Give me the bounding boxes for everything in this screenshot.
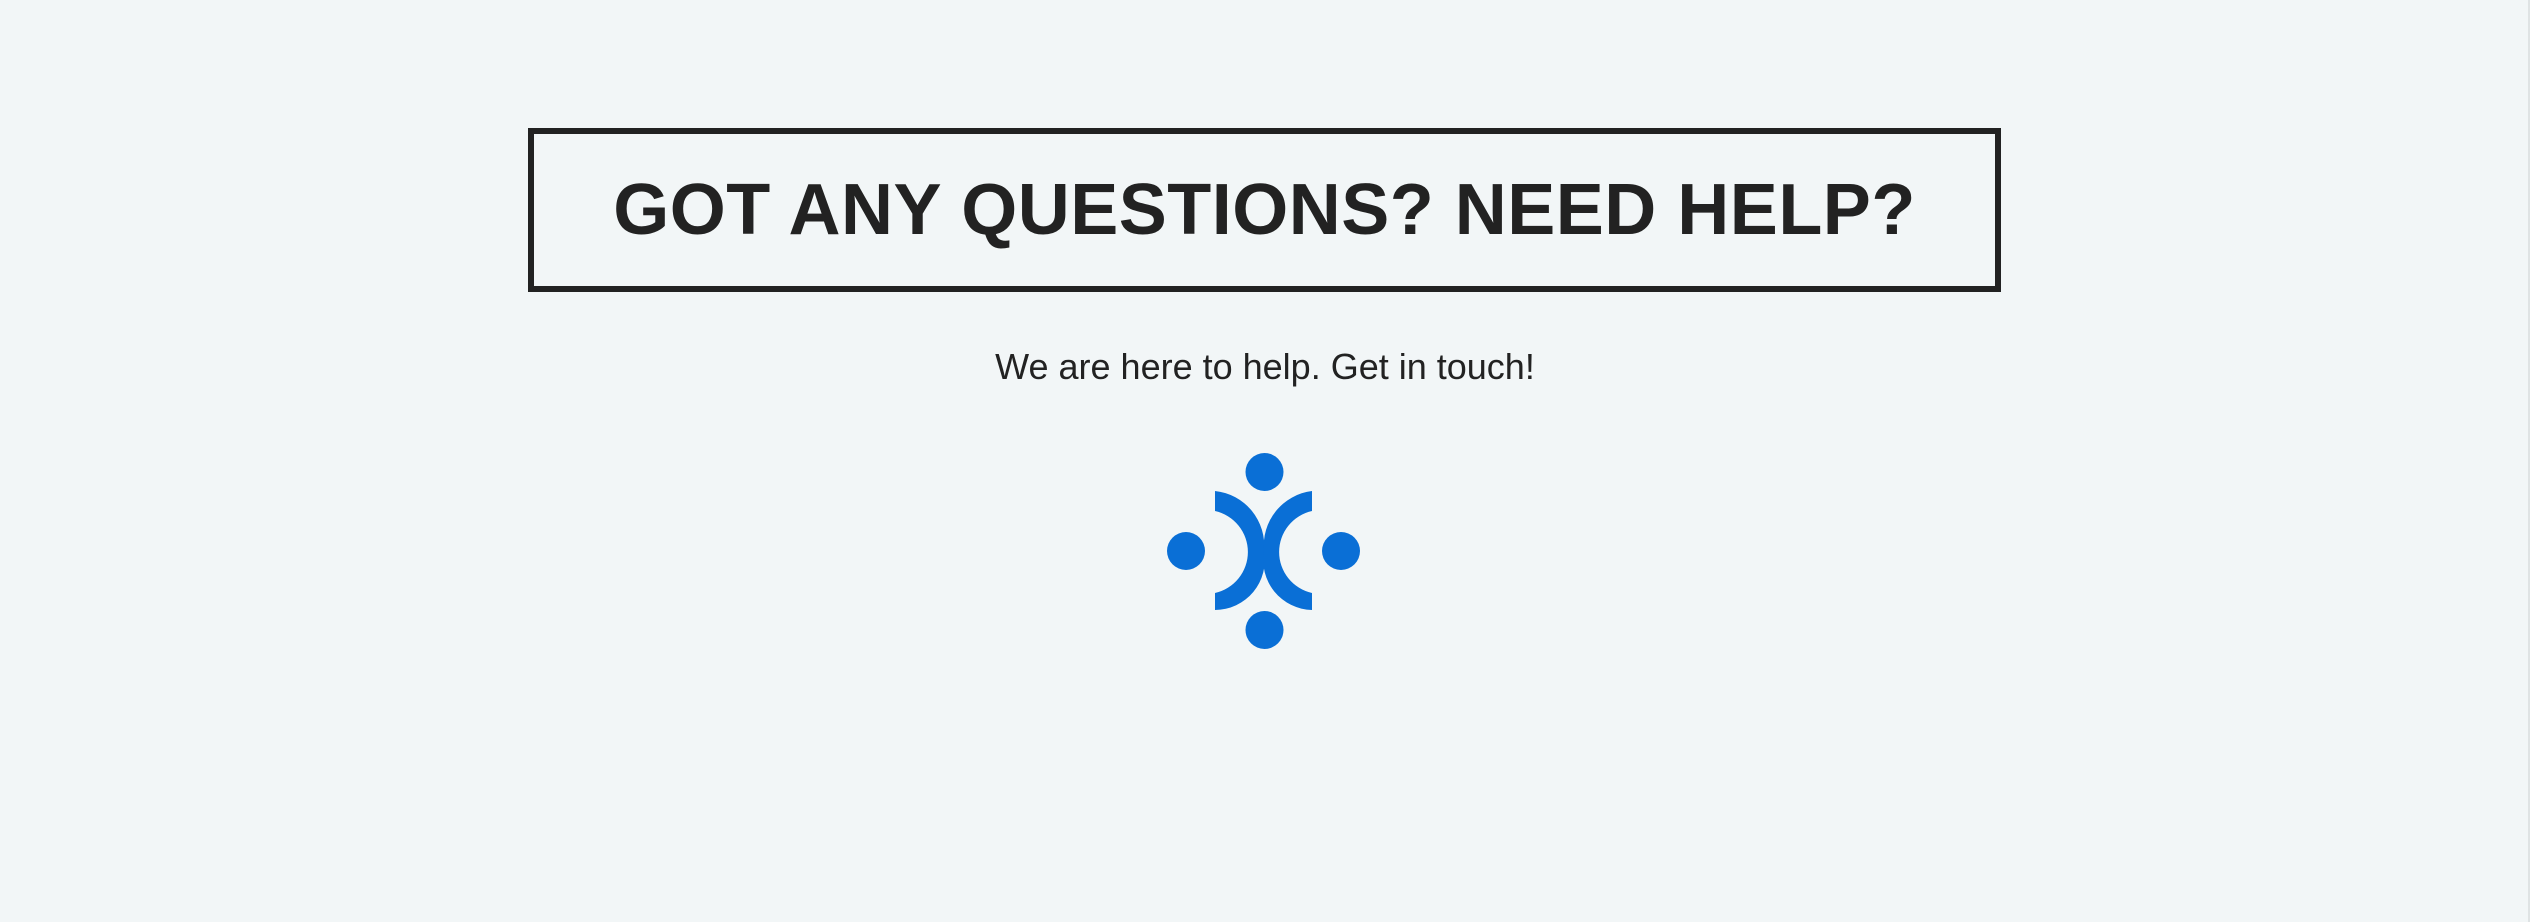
heading-box: GOT ANY QUESTIONS? NEED HELP? bbox=[528, 128, 2001, 292]
logo-dot-bottom bbox=[1245, 611, 1284, 649]
logo-dot-right bbox=[1322, 532, 1360, 570]
logo-dot-top bbox=[1245, 453, 1284, 491]
logo-dot-left bbox=[1167, 532, 1205, 570]
logo-arc-left bbox=[1215, 491, 1265, 610]
support-logo-icon bbox=[1167, 453, 1360, 649]
page-subtitle: We are here to help. Get in touch! bbox=[995, 346, 1535, 387]
page-title: GOT ANY QUESTIONS? NEED HELP? bbox=[613, 170, 1916, 250]
logo-arc-right bbox=[1263, 491, 1312, 610]
